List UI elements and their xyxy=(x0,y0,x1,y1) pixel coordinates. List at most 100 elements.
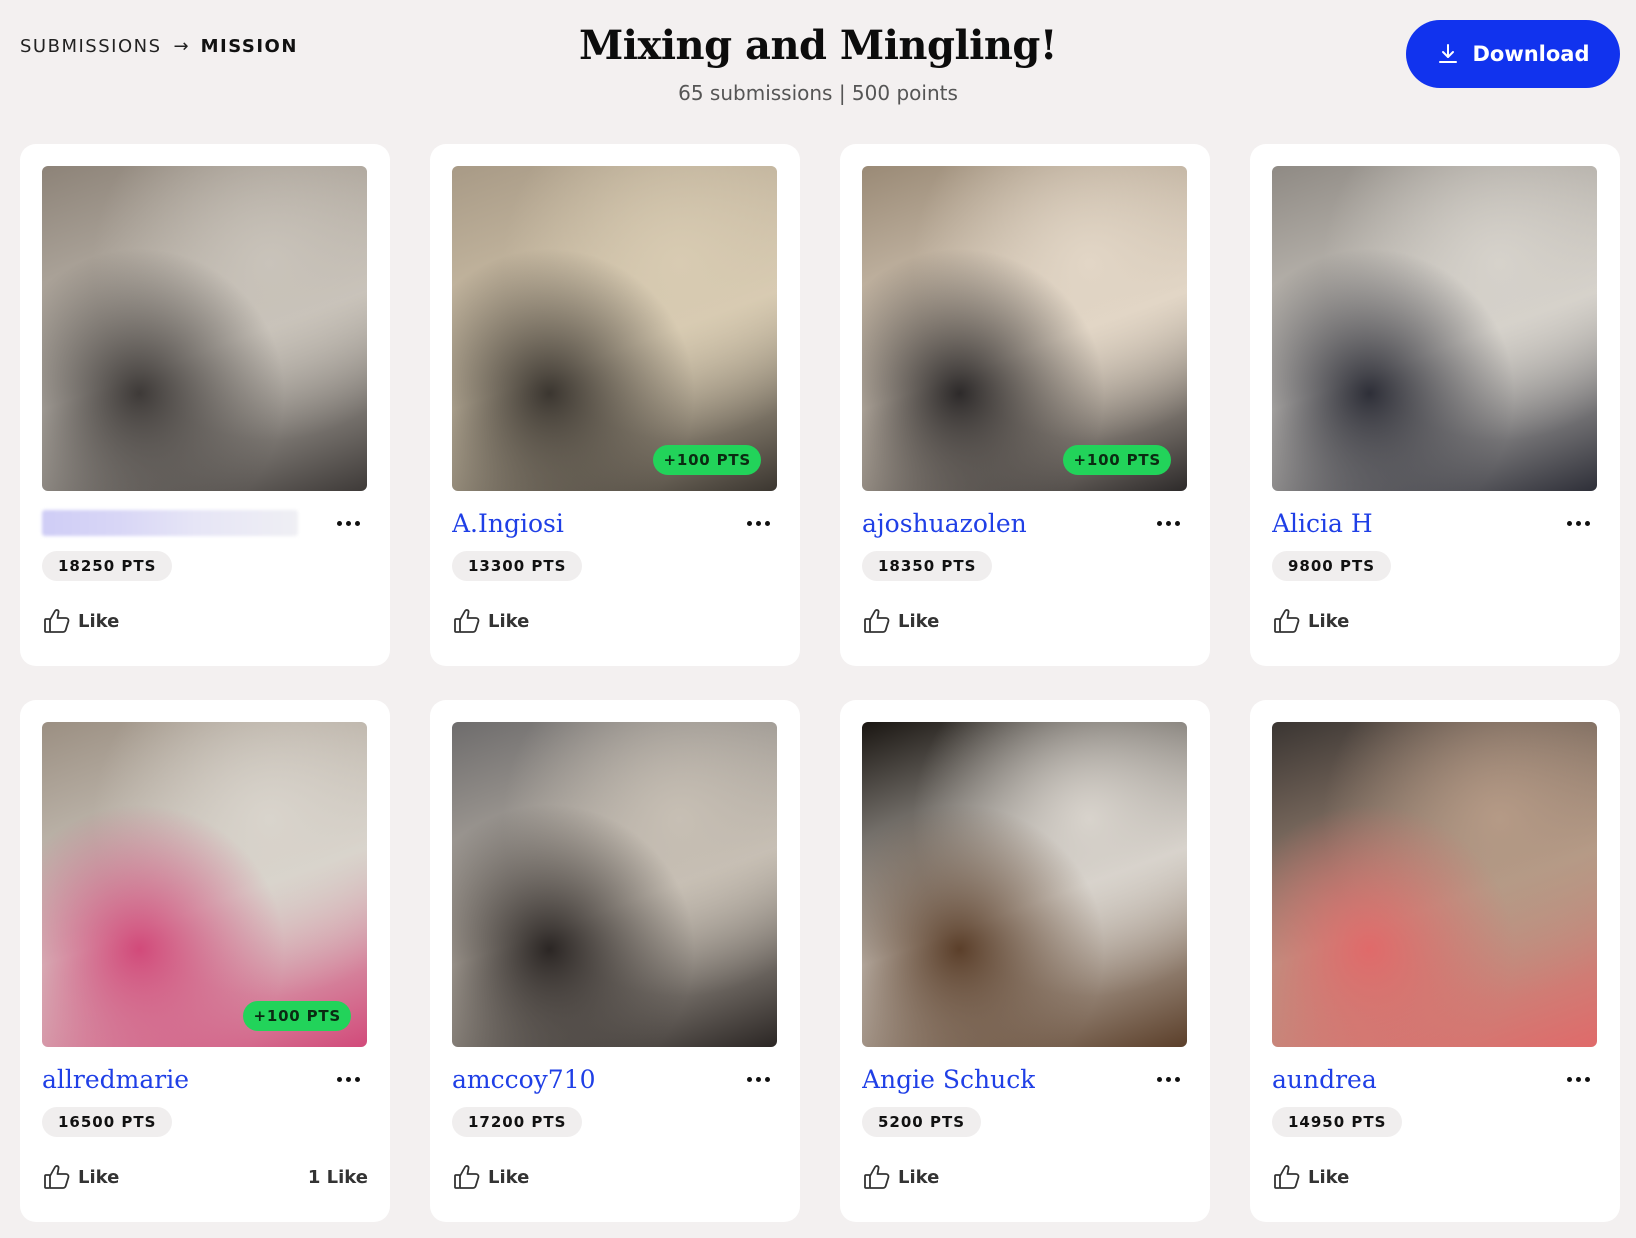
submitter-name[interactable]: amccoy710 xyxy=(452,1065,596,1094)
submitter-name[interactable]: ajoshuazolen xyxy=(862,509,1027,538)
name-row: aundrea xyxy=(1272,1061,1598,1097)
thumbs-up-icon xyxy=(864,1165,890,1189)
like-button[interactable]: Like xyxy=(862,1162,939,1192)
more-options-icon[interactable] xyxy=(328,1067,368,1091)
submitter-name[interactable]: Angie Schuck xyxy=(862,1065,1035,1094)
submission-card: 18250 PTS Like xyxy=(20,144,390,666)
download-label: Download xyxy=(1472,42,1590,66)
name-row: A.Ingiosi xyxy=(452,505,778,541)
photo-image xyxy=(1272,166,1597,491)
submission-card: +100 PTS allredmarie 16500 PTS Like 1 Li… xyxy=(20,700,390,1222)
bonus-points-badge: +100 PTS xyxy=(653,445,761,475)
points-chip: 13300 PTS xyxy=(452,551,583,581)
like-label: Like xyxy=(1308,610,1350,632)
like-row: Like xyxy=(1272,1162,1598,1192)
like-row: Like 1 Like xyxy=(42,1162,368,1192)
photo-image xyxy=(1272,722,1597,1047)
thumbs-up-icon xyxy=(1274,609,1300,633)
photo-image xyxy=(862,722,1187,1047)
points-chip: 18250 PTS xyxy=(42,551,173,581)
submissions-grid: 18250 PTS Like +100 PTS A.Ingiosi 13300 … xyxy=(20,144,1620,1222)
name-row xyxy=(42,505,368,541)
submission-photo[interactable]: +100 PTS xyxy=(862,166,1187,491)
like-label: Like xyxy=(488,610,530,632)
download-icon xyxy=(1439,44,1458,63)
like-row: Like xyxy=(452,606,778,636)
like-label: Like xyxy=(78,1166,120,1188)
like-label: Like xyxy=(1308,1166,1350,1188)
submission-photo[interactable] xyxy=(862,722,1187,1047)
like-button[interactable]: Like xyxy=(42,606,119,636)
submitter-name[interactable] xyxy=(42,510,298,536)
like-label: Like xyxy=(898,610,940,632)
page-title: Mixing and Mingling! xyxy=(579,22,1057,69)
like-button[interactable]: Like xyxy=(452,606,529,636)
submission-card: amccoy710 17200 PTS Like xyxy=(430,700,800,1222)
name-row: amccoy710 xyxy=(452,1061,778,1097)
submitter-name[interactable]: Alicia H xyxy=(1272,509,1373,538)
points-chip: 14950 PTS xyxy=(1272,1107,1403,1137)
bonus-points-badge: +100 PTS xyxy=(1063,445,1171,475)
like-row: Like xyxy=(1272,606,1598,636)
like-label: Like xyxy=(78,610,120,632)
submitter-name[interactable]: A.Ingiosi xyxy=(452,509,564,538)
more-options-icon[interactable] xyxy=(1558,511,1598,535)
name-row: allredmarie xyxy=(42,1061,368,1097)
submission-card: Angie Schuck 5200 PTS Like xyxy=(840,700,1210,1222)
like-button[interactable]: Like xyxy=(1272,606,1349,636)
name-row: Angie Schuck xyxy=(862,1061,1188,1097)
download-button[interactable]: Download xyxy=(1406,20,1620,88)
submitter-name[interactable]: aundrea xyxy=(1272,1065,1377,1094)
submission-card: +100 PTS A.Ingiosi 13300 PTS Like xyxy=(430,144,800,666)
submitter-name[interactable]: allredmarie xyxy=(42,1065,189,1094)
submission-photo[interactable] xyxy=(452,722,777,1047)
like-label: Like xyxy=(488,1166,530,1188)
submission-card: aundrea 14950 PTS Like xyxy=(1250,700,1620,1222)
submission-card: Alicia H 9800 PTS Like xyxy=(1250,144,1620,666)
submission-photo[interactable] xyxy=(1272,166,1597,491)
name-row: ajoshuazolen xyxy=(862,505,1188,541)
more-options-icon[interactable] xyxy=(1148,511,1188,535)
title-block: Mixing and Mingling! 65 submissions | 50… xyxy=(0,22,1636,105)
like-row: Like xyxy=(862,1162,1188,1192)
thumbs-up-icon xyxy=(1274,1165,1300,1189)
like-row: Like xyxy=(862,606,1188,636)
bonus-points-badge: +100 PTS xyxy=(243,1001,351,1031)
points-chip: 17200 PTS xyxy=(452,1107,583,1137)
thumbs-up-icon xyxy=(44,1165,70,1189)
submission-photo[interactable]: +100 PTS xyxy=(42,722,367,1047)
thumbs-up-icon xyxy=(44,609,70,633)
submission-photo[interactable] xyxy=(1272,722,1597,1047)
thumbs-up-icon xyxy=(864,609,890,633)
photo-image xyxy=(42,166,367,491)
like-button[interactable]: Like xyxy=(452,1162,529,1192)
like-row: Like xyxy=(452,1162,778,1192)
photo-image xyxy=(862,166,1187,491)
page-subtitle: 65 submissions | 500 points xyxy=(678,81,958,105)
like-label: Like xyxy=(898,1166,940,1188)
more-options-icon[interactable] xyxy=(1558,1067,1598,1091)
more-options-icon[interactable] xyxy=(738,511,778,535)
photo-image xyxy=(452,166,777,491)
page: SUBMISSIONS → MISSION Mixing and Minglin… xyxy=(0,0,1636,1238)
points-chip: 16500 PTS xyxy=(42,1107,173,1137)
more-options-icon[interactable] xyxy=(1148,1067,1188,1091)
submission-photo[interactable] xyxy=(42,166,367,491)
points-chip: 9800 PTS xyxy=(1272,551,1391,581)
like-row: Like xyxy=(42,606,368,636)
more-options-icon[interactable] xyxy=(738,1067,778,1091)
like-button[interactable]: Like xyxy=(1272,1162,1349,1192)
submission-card: +100 PTS ajoshuazolen 18350 PTS Like xyxy=(840,144,1210,666)
thumbs-up-icon xyxy=(454,609,480,633)
thumbs-up-icon xyxy=(454,1165,480,1189)
like-button[interactable]: Like xyxy=(862,606,939,636)
photo-image xyxy=(452,722,777,1047)
like-count: 1 Like xyxy=(307,1166,368,1188)
points-chip: 18350 PTS xyxy=(862,551,993,581)
points-chip: 5200 PTS xyxy=(862,1107,981,1137)
name-row: Alicia H xyxy=(1272,505,1598,541)
submission-photo[interactable]: +100 PTS xyxy=(452,166,777,491)
more-options-icon[interactable] xyxy=(328,511,368,535)
photo-image xyxy=(42,722,367,1047)
like-button[interactable]: Like xyxy=(42,1162,119,1192)
